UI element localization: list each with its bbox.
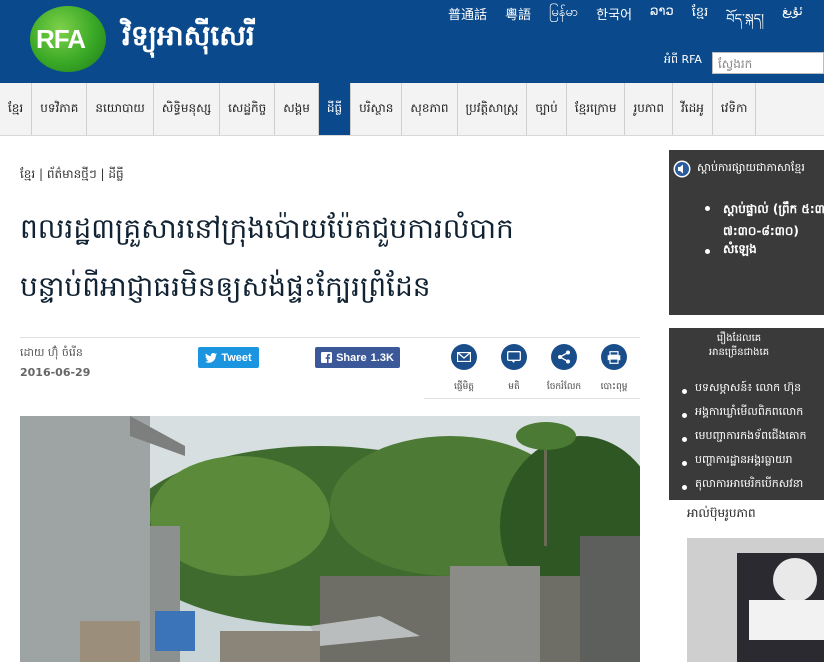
article-photo[interactable] xyxy=(20,416,640,662)
site-title[interactable]: វិទ្យុអាស៊ីសេរី xyxy=(122,18,255,59)
share-icon xyxy=(551,344,577,370)
nav-item-photos[interactable]: រូបភាព xyxy=(625,83,673,135)
nav-item-khmer-krom[interactable]: ខ្មែរក្រោម xyxy=(567,83,626,135)
article-headline: ពលរដ្ឋ៣គ្រួសារនៅក្រុងប៉ោយប៉ែតជួបការលំបាក… xyxy=(20,200,640,316)
nav-item-forum[interactable]: វេទិកា xyxy=(713,83,757,135)
breadcrumb[interactable]: ខ្មែរ | ព័ត៌មានថ្មីៗ | ដីធ្លី xyxy=(20,166,124,184)
publish-date: 2016-06-29 xyxy=(20,366,91,379)
nav-item-society[interactable]: សង្គម xyxy=(275,83,319,135)
lang-cantonese[interactable]: 粵語 xyxy=(505,4,531,41)
tweet-label: Tweet xyxy=(221,351,252,364)
listen-header: ស្ដាប់ការផ្សាយជាភាសាខ្មែរ xyxy=(669,158,824,180)
audio-link[interactable]: សំឡេង xyxy=(723,241,757,259)
live-time: ៧:៣០-៨:៣០) xyxy=(723,224,799,238)
lang-lao[interactable]: ລາວ xyxy=(650,4,674,41)
print-icon xyxy=(601,344,627,370)
bullet xyxy=(705,206,710,211)
most-read-title-2: អានច្រើនជាងគេ xyxy=(708,347,770,358)
twitter-bird-icon xyxy=(205,352,218,363)
headline-line-1: ពលរដ្ឋ៣គ្រួសារនៅក្រុងប៉ោយប៉ែតជួបការលំបាក xyxy=(20,212,514,245)
nav-item-khmer[interactable]: ខ្មែរ xyxy=(0,83,33,135)
search-input[interactable]: ស្វែងរក xyxy=(712,52,824,74)
share-tool[interactable]: ចែករំលែក xyxy=(544,344,584,394)
print-label: បោះពុម្ព xyxy=(600,382,628,392)
about-link[interactable]: អំពី RFA xyxy=(664,53,702,69)
most-read-header: រឿងដែលគេ អានច្រើនជាងគេ xyxy=(669,328,809,364)
facebook-share-button[interactable]: Share 1.3K xyxy=(315,347,400,368)
share-label: Share xyxy=(336,351,367,364)
photo-album-title[interactable]: អាល់ប៊ុមរូបភាព xyxy=(687,505,756,523)
nav-item-land[interactable]: ដីធ្លី xyxy=(318,83,352,135)
comment-icon xyxy=(501,344,527,370)
lang-burmese[interactable]: မြန်မာ xyxy=(549,4,578,41)
bullet xyxy=(682,413,687,418)
nav-item-health[interactable]: សុខភាព xyxy=(402,83,458,135)
listen-panel: ស្ដាប់ការផ្សាយជាភាសាខ្មែរ ស្ដាប់ផ្ទាល់ (… xyxy=(669,150,824,315)
lang-mandarin[interactable]: 普通話 xyxy=(448,4,487,41)
nav-item-history[interactable]: ប្រវត្តិសាស្ត្រ xyxy=(458,83,528,135)
language-links: 普通話 粵語 မြန်မာ 한국어 ລາວ ខ្មែរ བོད་སྐད། ئۇي… xyxy=(448,4,821,41)
nav-item-human-rights[interactable]: សិទ្ធិមនុស្ស xyxy=(154,83,221,135)
live-stream-link[interactable]: ស្ដាប់ផ្ទាល់ (ព្រឹក ៥:៣ ៧:៣០-៨:៣០) xyxy=(723,198,824,242)
email-icon xyxy=(451,344,477,370)
album-thumbnail-image xyxy=(687,538,824,662)
headline-line-2: បន្ទាប់ពីអាជ្ញាធរមិនឲ្យសង់ផ្ទះក្បែរព្រំដ… xyxy=(20,270,431,303)
lang-uyghur[interactable]: ئۇيغ xyxy=(782,4,803,41)
facebook-icon xyxy=(321,352,333,363)
listen-title: ស្ដាប់ការផ្សាយជាភាសាខ្មែរ xyxy=(697,161,805,174)
divider xyxy=(20,337,640,338)
most-read-item[interactable]: បញ្ហាការដ្ឋានអង្គរធ្លាយរា xyxy=(695,453,793,469)
most-read-item[interactable]: បទសម្ភាសន៍៖ លោក ហ៊ុន xyxy=(695,381,801,397)
comment-tool[interactable]: មតិ xyxy=(494,344,534,394)
bullet xyxy=(682,485,687,490)
main-nav: ខ្មែរ បទវិភាគ នយោបាយ សិទ្ធិមនុស្ស សេដ្ឋក… xyxy=(0,83,824,136)
lang-khmer[interactable]: ខ្មែរ xyxy=(692,4,709,41)
rfa-logo[interactable]: RFA xyxy=(30,6,106,72)
comment-label: មតិ xyxy=(508,382,520,392)
email-label: ផ្ញើមិត្ត xyxy=(454,382,474,392)
lang-korean[interactable]: 한국어 xyxy=(596,4,632,41)
nav-item-economy[interactable]: សេដ្ឋកិច្ច xyxy=(220,83,276,135)
bullet xyxy=(705,249,710,254)
share-count: 1.3K xyxy=(370,351,394,364)
nav-item-video[interactable]: វីដេអូ xyxy=(673,83,713,135)
most-read-item[interactable]: មេបញ្ជាការកងទ័ពជើងគោក xyxy=(695,429,807,445)
lang-tibetan[interactable]: བོད་སྐད། xyxy=(726,4,764,41)
share-tool-label: ចែករំលែក xyxy=(546,382,582,392)
print-tool[interactable]: បោះពុម្ព xyxy=(594,344,634,394)
bullet xyxy=(682,437,687,442)
nav-item-analysis[interactable]: បទវិភាគ xyxy=(32,83,88,135)
byline: ដោយ ហ៊ុំ ចំរើន xyxy=(20,346,83,359)
speaker-icon xyxy=(673,160,691,178)
logo-text: RFA xyxy=(36,24,86,54)
tweet-button[interactable]: Tweet xyxy=(198,347,259,368)
divider xyxy=(424,398,640,399)
bullet xyxy=(682,461,687,466)
nav-item-law[interactable]: ច្បាប់ xyxy=(527,83,567,135)
most-read-panel: រឿងដែលគេ អានច្រើនជាងគេ បទសម្ភាសន៍៖ លោក ហ… xyxy=(669,328,824,500)
photo-album-thumbnail[interactable] xyxy=(687,538,824,662)
most-read-item[interactable]: អង្គការឃ្លាំមើលពិភពលោក xyxy=(695,405,803,421)
most-read-title-1: រឿងដែលគេ xyxy=(716,333,762,344)
nav-item-environment[interactable]: បរិស្ថាន xyxy=(351,83,403,135)
email-tool[interactable]: ផ្ញើមិត្ត xyxy=(444,344,484,394)
bullet xyxy=(682,389,687,394)
live-label: ស្ដាប់ផ្ទាល់ (ព្រឹក ៥:៣ xyxy=(723,202,824,216)
site-header: RFA វិទ្យុអាស៊ីសេរី 普通話 粵語 မြန်မာ 한국어 ລາ… xyxy=(0,0,824,83)
most-read-item[interactable]: តុលាការអាមេរិកបើកសវនា xyxy=(695,477,803,493)
nav-item-politics[interactable]: នយោបាយ xyxy=(87,83,154,135)
photo-illustration xyxy=(20,416,640,662)
